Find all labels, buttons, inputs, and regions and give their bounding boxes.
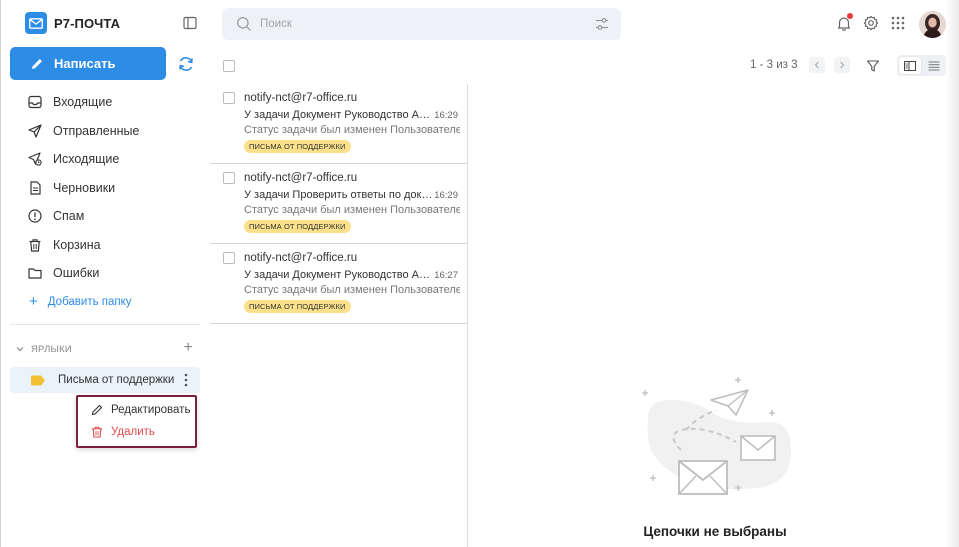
send-icon	[27, 123, 43, 139]
search-input[interactable]: Поиск	[260, 18, 292, 30]
app-title: Р7-ПОЧТА	[54, 15, 121, 31]
chevron-down-icon	[16, 347, 24, 352]
pager-count: 1 - 3 из 3	[750, 59, 798, 71]
inbox-icon	[27, 94, 43, 110]
mail-item[interactable]: notify-nct@r7-office.ru У задачи Докумен…	[210, 244, 467, 324]
edit-menu-label: Редактировать	[111, 404, 191, 416]
mail-label-badge: ПИСЬМА ОТ ПОДДЕРЖКИ	[244, 140, 351, 153]
more-options-icon[interactable]	[184, 373, 188, 387]
pencil-icon	[91, 404, 103, 416]
user-avatar[interactable]	[919, 11, 946, 38]
mail-label-badge: ПИСЬМА ОТ ПОДДЕРЖКИ	[244, 300, 351, 313]
mail-subject: У задачи Документ Руководство Администра…	[244, 109, 434, 121]
folder-errors[interactable]: Ошибки	[1, 259, 209, 288]
delete-menu-label: Удалить	[111, 426, 155, 438]
folder-label: Ошибки	[53, 266, 100, 281]
add-folder-button[interactable]: + Добавить папку	[1, 288, 209, 316]
list-view-button[interactable]	[923, 57, 944, 74]
folder-label: Отправленные	[53, 123, 140, 138]
trash-icon	[27, 237, 43, 253]
mail-time: 16:29	[434, 110, 458, 121]
chevron-right-icon	[840, 61, 845, 69]
folder-spam[interactable]: Спам	[1, 202, 209, 231]
add-label-icon[interactable]: +	[183, 340, 193, 356]
folder-icon	[27, 265, 43, 281]
folder-label: Черновики	[53, 180, 116, 195]
labels-section-header[interactable]: ЯРЛЫКИ +	[15, 340, 193, 356]
mail-time: 16:29	[434, 190, 458, 201]
label-context-menu: Редактировать Удалить	[76, 395, 197, 448]
mail-item[interactable]: notify-nct@r7-office.ru У задачи Провери…	[210, 164, 467, 244]
folder-sent[interactable]: Отправленные	[1, 117, 209, 146]
window-edge-shadow	[946, 0, 959, 547]
folder-label: Спам	[53, 209, 85, 224]
empty-mail-illustration	[642, 377, 791, 495]
edit-menu-item[interactable]: Редактировать	[78, 399, 195, 421]
folder-outbox[interactable]: Исходящие	[1, 145, 209, 174]
list-view-icon	[928, 61, 939, 70]
split-view-button[interactable]	[899, 57, 921, 74]
mail-subject: У задачи Документ Руководство Администра…	[244, 269, 434, 281]
tag-icon	[31, 375, 45, 385]
folder-list: Входящие Отправленные Исходящие Черновик…	[1, 88, 209, 316]
prev-page-button[interactable]	[809, 57, 825, 73]
mail-sender: notify-nct@r7-office.ru	[244, 172, 358, 184]
pencil-icon	[32, 58, 42, 69]
mail-time: 16:27	[434, 270, 458, 281]
empty-state-text: Цепочки не выбраны	[643, 524, 787, 539]
mail-list: notify-nct@r7-office.ru У задачи Докумен…	[210, 84, 467, 324]
folder-label: Корзина	[53, 237, 101, 252]
outbox-icon	[27, 151, 43, 167]
plus-icon: +	[29, 293, 38, 310]
folder-drafts[interactable]: Черновики	[1, 174, 209, 203]
refresh-icon[interactable]	[177, 55, 195, 73]
draft-icon	[27, 180, 43, 196]
chevron-left-icon	[814, 61, 819, 69]
search-bar[interactable]: Поиск	[222, 8, 621, 40]
next-page-button[interactable]	[834, 57, 850, 73]
spam-icon	[27, 208, 43, 224]
trash-icon	[92, 426, 102, 438]
add-folder-label: Добавить папку	[47, 295, 132, 308]
compose-button[interactable]: Написать	[10, 47, 166, 80]
mail-checkbox[interactable]	[223, 252, 235, 264]
folder-label: Входящие	[53, 95, 113, 110]
mail-subject: У задачи Проверить ответы по документу	[244, 189, 434, 201]
notification-dot	[847, 13, 853, 19]
mail-item[interactable]: notify-nct@r7-office.ru У задачи Докумен…	[210, 84, 467, 164]
filter-icon[interactable]	[866, 59, 880, 73]
select-all-checkbox[interactable]	[223, 60, 235, 72]
compose-label: Написать	[54, 56, 116, 71]
label-item-support[interactable]: Письма от поддержки	[10, 367, 200, 393]
gear-icon[interactable]	[863, 15, 879, 31]
mail-preview: Статус задачи был изменен Пользователем	[244, 204, 460, 216]
mail-checkbox[interactable]	[223, 92, 235, 104]
delete-menu-item[interactable]: Удалить	[78, 421, 195, 443]
pane-divider	[467, 84, 468, 547]
mail-logo-icon	[25, 12, 47, 34]
mail-sender: notify-nct@r7-office.ru	[244, 92, 358, 104]
view-mode-toggle	[897, 55, 946, 76]
sidebar: Р7-ПОЧТА Написать Входящие Отправленные …	[1, 0, 209, 547]
sidebar-divider	[10, 324, 200, 325]
app-logo[interactable]: Р7-ПОЧТА	[25, 12, 120, 34]
mail-preview: Статус задачи был изменен Пользователем	[244, 124, 460, 136]
folder-inbox[interactable]: Входящие	[1, 88, 209, 117]
mail-sender: notify-nct@r7-office.ru	[244, 252, 358, 264]
label-item-text: Письма от поддержки	[58, 374, 175, 386]
search-settings-icon[interactable]	[595, 17, 609, 31]
search-icon	[236, 16, 251, 31]
folder-label: Исходящие	[53, 152, 120, 167]
apps-grid-icon[interactable]	[891, 16, 905, 30]
sidebar-collapse-icon[interactable]	[183, 16, 197, 30]
split-view-icon	[904, 60, 916, 71]
mail-checkbox[interactable]	[223, 172, 235, 184]
mail-preview: Статус задачи был изменен Пользователем	[244, 284, 460, 296]
mail-label-badge: ПИСЬМА ОТ ПОДДЕРЖКИ	[244, 220, 351, 233]
labels-section-title: ЯРЛЫКИ	[31, 343, 72, 355]
folder-trash[interactable]: Корзина	[1, 231, 209, 260]
